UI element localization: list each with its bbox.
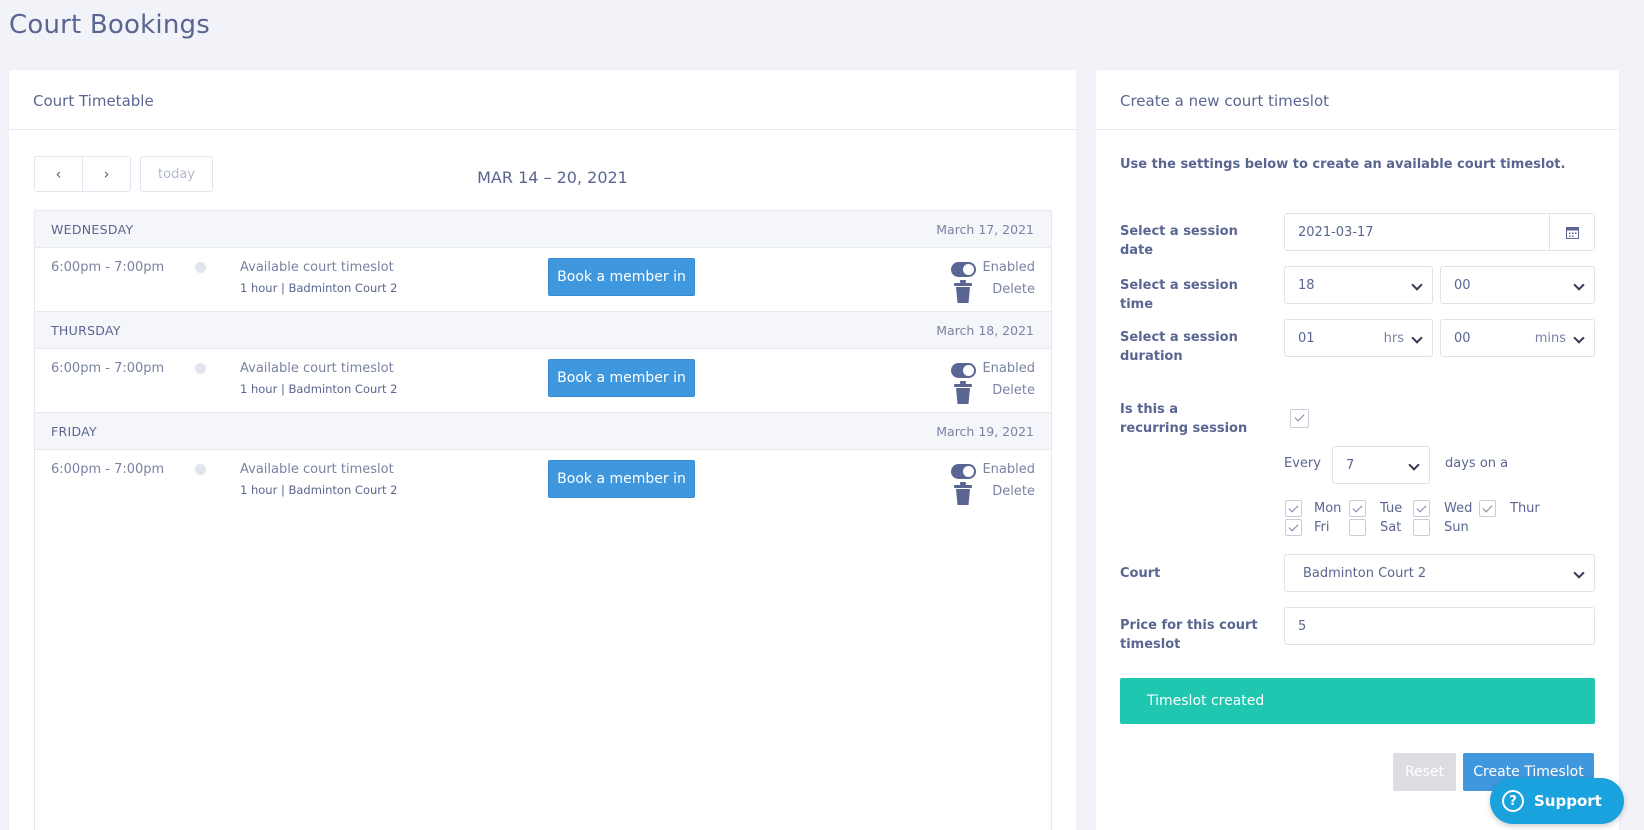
day-header: WEDNESDAY March 17, 2021 <box>35 211 1051 248</box>
weekday-mon-checkbox[interactable] <box>1285 500 1302 517</box>
day-date: March 17, 2021 <box>936 221 1034 237</box>
session-hour-value: 18 <box>1298 277 1315 293</box>
duration-mins-select[interactable]: 00 mins <box>1440 319 1595 357</box>
book-member-button[interactable]: Book a member in <box>548 258 695 296</box>
book-member-button[interactable]: Book a member in <box>548 460 695 498</box>
success-alert: Timeslot created <box>1120 678 1595 724</box>
enabled-label: Enabled <box>982 462 1035 477</box>
weekday-wed-checkbox[interactable] <box>1413 500 1430 517</box>
book-member-button[interactable]: Book a member in <box>548 359 695 397</box>
session-minute-value: 00 <box>1454 277 1471 293</box>
delete-link[interactable]: Delete <box>992 484 1035 499</box>
timetable-card: Court Timetable ‹ › today MAR 14 – 20, 2… <box>9 70 1076 830</box>
session-date-input[interactable]: 2021-03-17 <box>1284 213 1595 251</box>
session-time-label: Select a session time <box>1120 278 1238 312</box>
court-value: Badminton Court 2 <box>1303 565 1427 581</box>
event-subtitle: 1 hour | Badminton Court 2 <box>240 483 398 497</box>
session-duration-label: Select a session duration <box>1120 330 1238 364</box>
trash-icon[interactable] <box>953 381 973 405</box>
delete-link[interactable]: Delete <box>992 383 1035 398</box>
reset-button[interactable]: Reset <box>1393 753 1456 791</box>
support-label: Support <box>1534 792 1602 810</box>
weekday-fri-checkbox[interactable] <box>1285 519 1302 536</box>
form-intro: Use the settings below to create an avai… <box>1120 157 1566 172</box>
weekday-tue-label: Tue <box>1380 501 1403 516</box>
event-dot-icon <box>195 262 206 273</box>
delete-link[interactable]: Delete <box>992 282 1035 297</box>
day-name: WEDNESDAY <box>51 221 134 237</box>
price-value: 5 <box>1298 618 1307 634</box>
event-row: 6:00pm - 7:00pm Available court timeslot… <box>35 248 1051 312</box>
weekday-wed-label: Wed <box>1444 501 1473 516</box>
day-name: THURSDAY <box>51 322 121 338</box>
day-header: FRIDAY March 19, 2021 <box>35 413 1051 450</box>
recurring-checkbox[interactable] <box>1290 409 1309 428</box>
court-label: Court <box>1120 566 1161 581</box>
event-title: Available court timeslot <box>240 260 394 275</box>
days-on-label: days on a <box>1445 456 1509 471</box>
help-icon: ? <box>1502 790 1524 812</box>
trash-icon[interactable] <box>953 280 973 304</box>
calendar-icon[interactable] <box>1549 214 1594 250</box>
court-select[interactable]: Badminton Court 2 <box>1284 554 1595 592</box>
price-label: Price for this court timeslot <box>1120 618 1258 652</box>
weekday-fri-label: Fri <box>1314 520 1330 535</box>
every-label: Every <box>1284 456 1321 471</box>
timetable-list: WEDNESDAY March 17, 2021 6:00pm - 7:00pm… <box>34 210 1052 830</box>
weekday-sat-checkbox[interactable] <box>1349 519 1366 536</box>
weekday-sat-label: Sat <box>1380 520 1402 535</box>
duration-mins-value: 00 <box>1454 330 1471 346</box>
event-subtitle: 1 hour | Badminton Court 2 <box>240 382 398 396</box>
every-days-select[interactable]: 7 <box>1332 446 1430 484</box>
event-time: 6:00pm - 7:00pm <box>51 260 165 275</box>
event-row: 6:00pm - 7:00pm Available court timeslot… <box>35 349 1051 413</box>
trash-icon[interactable] <box>953 482 973 506</box>
day-name: FRIDAY <box>51 423 97 439</box>
event-title: Available court timeslot <box>240 361 394 376</box>
day-header: THURSDAY March 18, 2021 <box>35 312 1051 349</box>
session-minute-select[interactable]: 00 <box>1440 266 1595 304</box>
event-time: 6:00pm - 7:00pm <box>51 462 165 477</box>
create-timeslot-card: Create a new court timeslot Use the sett… <box>1096 70 1619 830</box>
enabled-toggle-icon[interactable] <box>951 363 976 378</box>
duration-hours-unit: hrs <box>1383 331 1404 346</box>
enabled-toggle-icon[interactable] <box>951 262 976 277</box>
page-title: Court Bookings <box>9 10 210 40</box>
create-timeslot-header: Create a new court timeslot <box>1096 70 1619 130</box>
event-dot-icon <box>195 464 206 475</box>
session-hour-select[interactable]: 18 <box>1284 266 1433 304</box>
duration-mins-unit: mins <box>1534 331 1566 346</box>
price-input[interactable]: 5 <box>1284 607 1595 645</box>
enabled-toggle-icon[interactable] <box>951 464 976 479</box>
duration-hours-select[interactable]: 01 hrs <box>1284 319 1433 357</box>
weekday-thur-label: Thur <box>1510 501 1540 516</box>
recurring-label: Is this a recurring session <box>1120 402 1248 436</box>
weekday-sun-label: Sun <box>1444 520 1469 535</box>
event-row: 6:00pm - 7:00pm Available court timeslot… <box>35 450 1051 514</box>
event-dot-icon <box>195 363 206 374</box>
weekday-tue-checkbox[interactable] <box>1349 500 1366 517</box>
duration-hours-value: 01 <box>1298 330 1315 346</box>
day-date: March 18, 2021 <box>936 322 1034 338</box>
week-range-title: MAR 14 – 20, 2021 <box>477 168 628 187</box>
support-button[interactable]: ? Support <box>1490 778 1624 824</box>
weekday-thur-checkbox[interactable] <box>1479 500 1496 517</box>
event-title: Available court timeslot <box>240 462 394 477</box>
weekday-mon-label: Mon <box>1314 501 1342 516</box>
event-time: 6:00pm - 7:00pm <box>51 361 165 376</box>
event-subtitle: 1 hour | Badminton Court 2 <box>240 281 398 295</box>
day-date: March 19, 2021 <box>936 423 1034 439</box>
enabled-label: Enabled <box>982 260 1035 275</box>
every-days-value: 7 <box>1346 457 1355 473</box>
session-date-value: 2021-03-17 <box>1298 224 1374 240</box>
session-date-label: Select a session date <box>1120 224 1238 258</box>
weekday-sun-checkbox[interactable] <box>1413 519 1430 536</box>
enabled-label: Enabled <box>982 361 1035 376</box>
timetable-header: Court Timetable <box>9 70 1076 130</box>
